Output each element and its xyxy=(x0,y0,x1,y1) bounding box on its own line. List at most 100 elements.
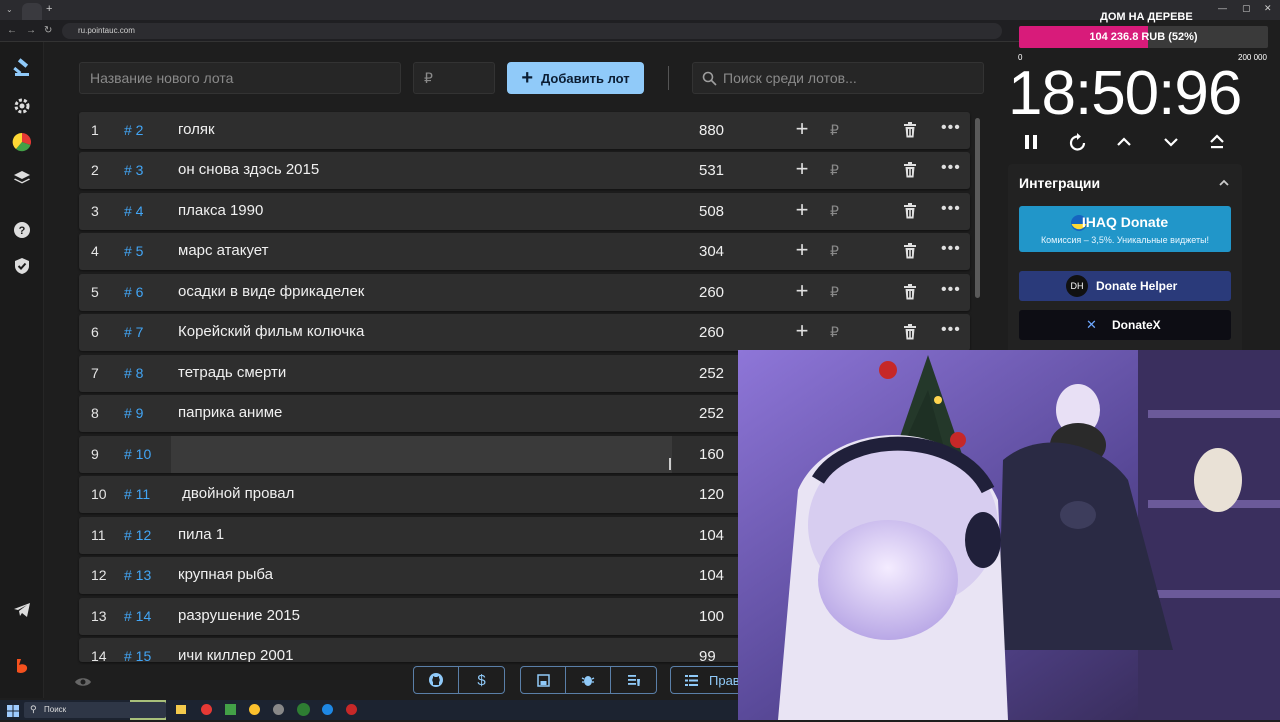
add-lot-button[interactable]: + Добавить лот xyxy=(507,62,644,94)
lot-list-scrollbar[interactable] xyxy=(975,118,980,298)
obs-icon[interactable] xyxy=(346,704,357,715)
reduce-time-button[interactable] xyxy=(1159,130,1183,154)
browser-app-icon[interactable] xyxy=(297,703,310,716)
add-amount-icon[interactable]: + xyxy=(793,118,811,142)
lot-name-edit-highlight[interactable] xyxy=(171,436,672,473)
browser-tab-active[interactable] xyxy=(22,3,42,20)
reload-icon[interactable]: ↻ xyxy=(44,25,52,36)
app-icon[interactable] xyxy=(273,704,284,715)
minecraft-icon[interactable] xyxy=(225,704,236,715)
lot-name[interactable]: плакса 1990 xyxy=(178,202,263,219)
add-amount-icon[interactable]: + xyxy=(793,239,811,263)
gear-icon[interactable] xyxy=(12,96,32,116)
trash-icon[interactable] xyxy=(903,162,917,178)
close-icon[interactable]: ✕ xyxy=(1264,3,1272,14)
boosty-icon[interactable] xyxy=(12,656,32,676)
more-options-icon[interactable]: ••• xyxy=(941,119,961,137)
donate-helper-button[interactable]: DH Donate Helper xyxy=(1019,271,1231,301)
save-button[interactable] xyxy=(521,667,566,693)
new-lot-amount-input[interactable]: ₽ xyxy=(413,62,495,94)
lot-row[interactable]: 6 # 7 Корейский фильм колючка 260 + ₽ ••• xyxy=(79,314,970,351)
lot-id: # 14 xyxy=(124,608,152,624)
lot-position: 2 xyxy=(91,162,99,178)
windows-start-icon[interactable] xyxy=(7,704,19,722)
shield-icon[interactable] xyxy=(12,256,32,276)
url-field[interactable]: ru.pointauc.com xyxy=(62,23,1002,39)
more-options-icon[interactable]: ••• xyxy=(941,281,961,299)
trash-icon[interactable] xyxy=(903,243,917,259)
lot-search-input[interactable]: Поиск среди лотов... xyxy=(692,62,984,94)
lot-row[interactable]: 1 # 2 голяк 880 + ₽ ••• xyxy=(79,112,970,149)
taskbar-search[interactable]: ⚲ Поиск xyxy=(24,702,166,718)
lot-row[interactable]: 4 # 5 марс атакует 304 + ₽ ••• xyxy=(79,233,970,270)
ruble-amount-input[interactable]: ₽ xyxy=(830,324,839,341)
trash-icon[interactable] xyxy=(903,284,917,300)
telegram-app-icon[interactable] xyxy=(322,704,333,715)
maximize-icon[interactable]: ▢ xyxy=(1242,3,1251,14)
ruble-amount-input[interactable]: ₽ xyxy=(830,203,839,220)
more-options-icon[interactable]: ••• xyxy=(941,240,961,258)
lot-name[interactable]: осадки в виде фрикаделек xyxy=(178,283,364,300)
minimize-icon[interactable]: — xyxy=(1218,3,1227,13)
collapse-chevron-icon[interactable] xyxy=(1218,176,1230,194)
more-options-icon[interactable]: ••• xyxy=(941,321,961,339)
wheel-icon[interactable] xyxy=(12,132,32,152)
more-options-icon[interactable]: ••• xyxy=(941,200,961,218)
lot-row[interactable]: 2 # 3 он снова здэсь 2015 531 + ₽ ••• xyxy=(79,152,970,189)
opera-icon[interactable] xyxy=(201,704,212,715)
trash-icon[interactable] xyxy=(903,203,917,219)
auction-gavel-icon[interactable] xyxy=(12,58,32,78)
forward-icon[interactable]: → xyxy=(26,25,36,36)
donatex-button[interactable]: ✕ DonateX xyxy=(1019,310,1231,340)
lot-position: 6 xyxy=(91,324,99,340)
donate-button[interactable]: $ xyxy=(459,667,504,693)
bug-report-button[interactable] xyxy=(566,667,611,693)
github-button[interactable] xyxy=(414,667,459,693)
add-amount-icon[interactable]: + xyxy=(793,320,811,344)
lot-name[interactable]: Корейский фильм колючка xyxy=(178,323,364,340)
lot-name[interactable]: ичи киллер 2001 xyxy=(178,647,293,662)
lot-name[interactable]: пила 1 xyxy=(178,526,224,543)
lot-name[interactable]: разрушение 2015 xyxy=(178,607,300,624)
ruble-amount-input[interactable]: ₽ xyxy=(830,243,839,260)
lot-name[interactable]: крупная рыба xyxy=(178,566,273,583)
eye-icon[interactable] xyxy=(74,675,92,693)
ihaq-donate-button[interactable]: IHAQ Donate Комиссия – 3,5%. Уникальные … xyxy=(1019,206,1231,252)
lot-name[interactable]: он снова здэсь 2015 xyxy=(178,161,319,178)
telegram-icon[interactable] xyxy=(12,600,32,620)
add-amount-icon[interactable]: + xyxy=(793,158,811,182)
back-icon[interactable]: ← xyxy=(7,25,17,36)
trash-icon[interactable] xyxy=(903,324,917,340)
lot-name[interactable]: голяк xyxy=(178,121,215,138)
add-amount-icon[interactable]: + xyxy=(793,280,811,304)
add-amount-icon[interactable]: + xyxy=(793,199,811,223)
lot-name[interactable]: марс атакует xyxy=(178,242,269,259)
lot-name[interactable]: паприка аниме xyxy=(178,404,282,421)
lot-row[interactable]: 5 # 6 осадки в виде фрикаделек 260 + ₽ ••• xyxy=(79,274,970,311)
lot-name[interactable]: двойной провал xyxy=(178,485,294,502)
new-tab-button[interactable]: + xyxy=(46,3,52,15)
help-icon[interactable]: ? xyxy=(12,220,32,240)
goal-max: 200 000 xyxy=(1238,53,1267,62)
pause-icon xyxy=(1025,135,1037,149)
new-lot-name-input[interactable]: Название нового лота xyxy=(79,62,401,94)
trash-icon[interactable] xyxy=(903,122,917,138)
layers-icon[interactable] xyxy=(12,168,32,188)
lot-row[interactable]: 3 # 4 плакса 1990 508 + ₽ ••• xyxy=(79,193,970,230)
ruble-amount-input[interactable]: ₽ xyxy=(830,122,839,139)
chrome-icon[interactable] xyxy=(249,704,260,715)
add-time-button[interactable] xyxy=(1112,130,1136,154)
ruble-amount-input[interactable]: ₽ xyxy=(830,162,839,179)
more-options-icon[interactable]: ••• xyxy=(941,159,961,177)
pause-button[interactable] xyxy=(1019,130,1043,154)
double-time-button[interactable] xyxy=(1205,130,1229,154)
lot-name[interactable]: тетрадь смерти xyxy=(178,364,286,381)
clear-lots-button[interactable] xyxy=(611,667,656,693)
tab-list-icon[interactable]: ⌄ xyxy=(6,5,13,14)
file-explorer-icon[interactable] xyxy=(176,705,186,714)
rules-button[interactable]: Прав xyxy=(670,666,740,694)
new-lot-name-placeholder: Название нового лота xyxy=(90,70,234,86)
reset-timer-button[interactable] xyxy=(1066,130,1090,154)
list-icon xyxy=(685,675,698,686)
ruble-amount-input[interactable]: ₽ xyxy=(830,284,839,301)
